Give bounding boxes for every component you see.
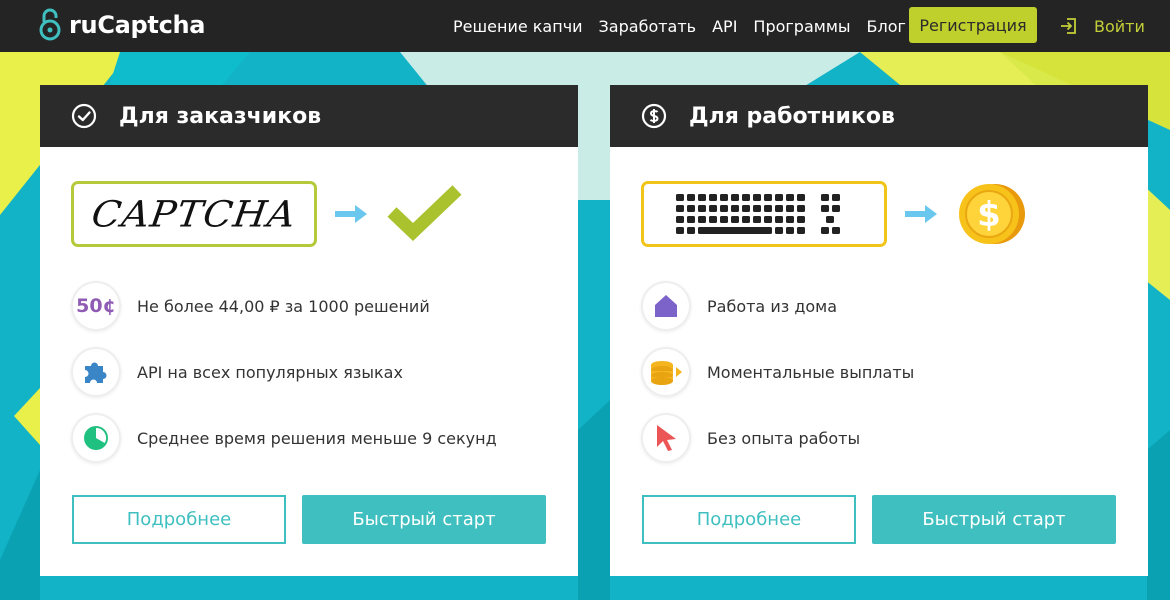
feature-home: Работа из дома bbox=[641, 281, 837, 331]
customers-card: Для заказчиков CAPTCHA 50¢ Не более 44,0… bbox=[40, 85, 578, 576]
feature-price-text: Не более 44,00 ₽ за 1000 решений bbox=[137, 296, 430, 316]
coins-icon bbox=[641, 347, 691, 397]
checkmark-icon bbox=[387, 185, 462, 241]
nav-programs[interactable]: Программы bbox=[753, 17, 850, 36]
customers-more-button[interactable]: Подробнее bbox=[72, 495, 286, 544]
brand-name: ruCaptcha bbox=[69, 11, 206, 39]
workers-quick-start-button[interactable]: Быстрый старт bbox=[872, 495, 1116, 544]
nav-solve-captcha[interactable]: Решение капчи bbox=[453, 17, 583, 36]
feature-api: API на всех популярных языках bbox=[71, 347, 403, 397]
customers-card-header: Для заказчиков bbox=[40, 85, 578, 147]
brand-logo[interactable]: ruCaptcha bbox=[38, 8, 206, 42]
nav-blog[interactable]: Блог bbox=[867, 17, 906, 36]
top-navigation-bar: ruCaptcha Решение капчи Заработать API П… bbox=[0, 0, 1170, 52]
dollar-circle-icon bbox=[641, 103, 667, 129]
main-nav: Решение капчи Заработать API Программы Б… bbox=[453, 0, 922, 52]
workers-card-header: Для работников bbox=[610, 85, 1148, 147]
login-icon bbox=[1061, 18, 1076, 34]
nav-api[interactable]: API bbox=[712, 17, 737, 36]
arrow-right-icon bbox=[335, 205, 367, 223]
keyboard-icon bbox=[676, 194, 840, 234]
login-link[interactable]: Войти bbox=[1060, 0, 1145, 52]
customers-hero: CAPTCHA bbox=[71, 179, 463, 249]
arrow-right-icon bbox=[905, 205, 937, 223]
feature-speed: Среднее время решения меньше 9 секунд bbox=[71, 413, 497, 463]
price-badge-icon: 50¢ bbox=[71, 281, 121, 331]
workers-more-button[interactable]: Подробнее bbox=[642, 495, 856, 544]
customers-quick-start-button[interactable]: Быстрый старт bbox=[302, 495, 546, 544]
feature-payouts-text: Моментальные выплаты bbox=[707, 362, 915, 382]
captcha-frame: CAPTCHA bbox=[71, 181, 317, 247]
home-icon bbox=[641, 281, 691, 331]
gold-coin-icon: $ bbox=[959, 184, 1025, 244]
nav-earn[interactable]: Заработать bbox=[599, 17, 697, 36]
keyboard-frame bbox=[641, 181, 887, 247]
captcha-image-text: CAPTCHA bbox=[89, 193, 299, 235]
puzzle-icon bbox=[71, 347, 121, 397]
customers-card-title: Для заказчиков bbox=[119, 103, 322, 129]
price-badge-text: 50¢ bbox=[76, 295, 116, 317]
workers-card: Для работников $ Работа из дома Моментал… bbox=[610, 85, 1148, 576]
workers-hero: $ bbox=[641, 179, 1027, 249]
feature-speed-text: Среднее время решения меньше 9 секунд bbox=[137, 428, 497, 448]
check-circle-icon bbox=[71, 103, 97, 129]
feature-home-text: Работа из дома bbox=[707, 296, 838, 316]
login-label: Войти bbox=[1094, 16, 1145, 36]
feature-api-text: API на всех популярных языках bbox=[137, 362, 403, 382]
feature-price: 50¢ Не более 44,00 ₽ за 1000 решений bbox=[71, 281, 430, 331]
cursor-icon bbox=[641, 413, 691, 463]
svg-text:$: $ bbox=[977, 195, 1001, 235]
workers-card-title: Для работников bbox=[689, 103, 895, 129]
feature-payouts: Моментальные выплаты bbox=[641, 347, 914, 397]
feature-no-experience-text: Без опыта работы bbox=[707, 428, 861, 448]
feature-no-experience: Без опыта работы bbox=[641, 413, 860, 463]
timer-icon bbox=[71, 413, 121, 463]
padlock-icon bbox=[39, 8, 61, 41]
register-button[interactable]: Регистрация bbox=[909, 7, 1037, 43]
